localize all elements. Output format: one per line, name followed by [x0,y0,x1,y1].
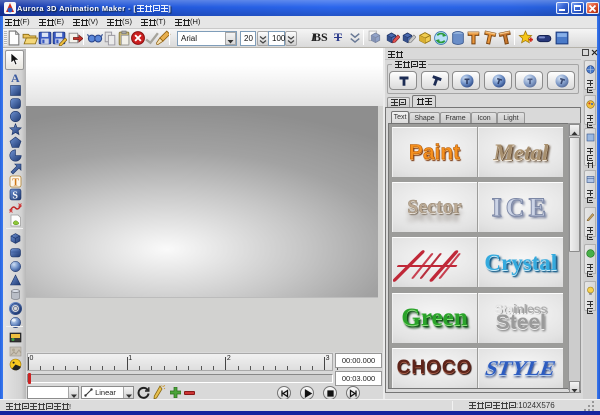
svg-text:A: A [11,71,20,84]
svg-text:T: T [12,178,19,189]
svg-text:S: S [12,191,18,202]
